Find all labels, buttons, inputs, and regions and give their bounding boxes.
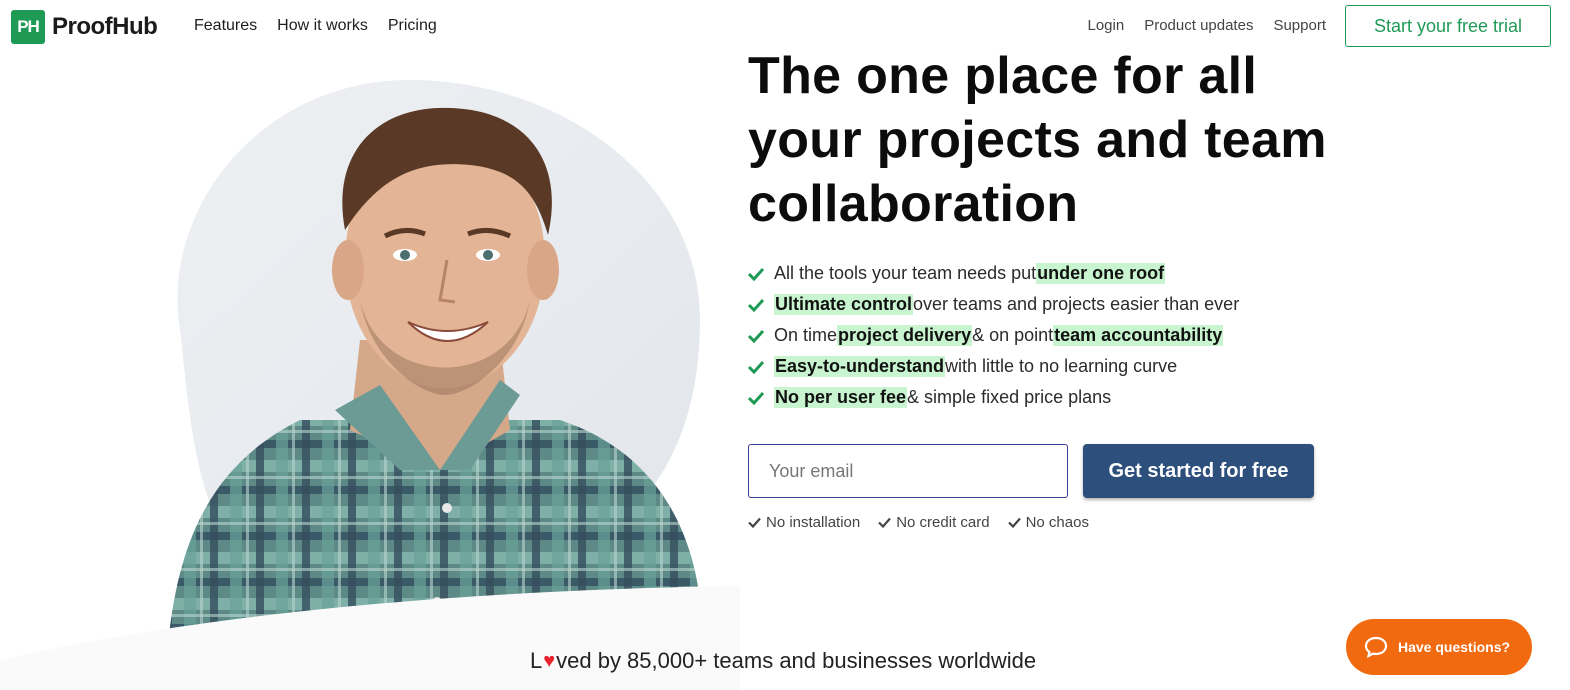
feature-highlight: under one roof [1036,263,1166,284]
checkmark-icon [878,517,892,528]
perk-item: No chaos [1007,514,1089,531]
heart-icon: ♥ [543,649,556,672]
logo-badge: PH [11,10,45,44]
signup-perks: No installation No credit card No chaos [748,514,1107,531]
headline-line-1: The one place for all [748,47,1258,105]
headline-line-2: your projects and team [748,111,1327,169]
checkmark-icon [748,267,766,281]
feature-highlight: project delivery [837,325,973,346]
feature-highlight: Easy-to-understand [774,356,946,377]
feature-item: No per user fee & simple fixed price pla… [748,382,1239,413]
feature-item: Easy-to-understand with little to no lea… [748,351,1239,382]
feature-text: & on point [972,325,1054,345]
secondary-nav: Login Product updates Support [1068,17,1327,34]
hero-headline: The one place for all your projects and … [748,44,1388,236]
feature-text: All the tools your team needs put [774,263,1037,283]
email-input[interactable] [748,444,1068,498]
feature-highlight: Ultimate control [774,294,914,315]
feature-item: On time project delivery & on point team… [748,320,1239,351]
start-free-trial-button[interactable]: Start your free trial [1345,5,1551,47]
chat-bubble-icon [1364,636,1388,658]
social-proof-prefix: L [530,648,543,673]
feature-text: On time [774,325,838,345]
checkmark-icon [748,360,766,374]
nav-link-features[interactable]: Features [194,17,257,35]
main-nav: Features How it works Pricing [194,17,457,35]
checkmark-icon [748,391,766,405]
feature-text: with little to no learning curve [945,356,1178,376]
logo-text: ProofHub [52,13,158,40]
social-proof-suffix: ved by 85,000+ teams and businesses worl… [556,648,1037,673]
perk-label: No chaos [1025,514,1089,531]
feature-text: & simple fixed price plans [907,387,1112,407]
checkmark-icon [1007,517,1021,528]
nav-link-support[interactable]: Support [1273,17,1326,34]
checkmark-icon [748,517,761,528]
nav-link-pricing[interactable]: Pricing [388,17,437,35]
feature-item: All the tools your team needs put under … [748,258,1239,289]
nav-link-product-updates[interactable]: Product updates [1144,17,1253,34]
nav-link-login[interactable]: Login [1088,17,1125,34]
perk-item: No credit card [878,514,990,531]
perk-item: No installation [748,514,860,531]
checkmark-icon [748,329,766,343]
feature-list: All the tools your team needs put under … [748,258,1239,413]
get-started-button[interactable]: Get started for free [1083,444,1314,498]
checkmark-icon [748,298,766,312]
feature-highlight: team accountability [1053,325,1224,346]
social-proof-text: L ♥ ved by 85,000+ teams and businesses … [530,648,1036,674]
proofhub-logo[interactable]: PH ProofHub [11,10,158,44]
nav-link-how-it-works[interactable]: How it works [277,17,368,35]
perk-label: No credit card [896,514,990,531]
headline-line-3: collaboration [748,175,1079,233]
feature-text: over teams and projects easier than ever [913,294,1240,314]
hero-person-image [0,80,740,690]
chat-label: Have questions? [1398,639,1511,655]
have-questions-chat-button[interactable]: Have questions? [1346,619,1532,675]
perk-label: No installation [766,514,861,531]
feature-highlight: No per user fee [774,387,908,408]
feature-item: Ultimate control over teams and projects… [748,289,1239,320]
